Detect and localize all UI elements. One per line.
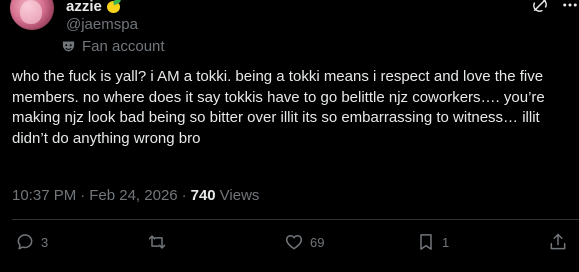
more-options-icon[interactable]: [561, 0, 579, 14]
tweet-time[interactable]: 10:37 PM: [12, 187, 76, 204]
action-bar: 3 69 1: [0, 232, 579, 256]
share-button[interactable]: [548, 232, 568, 252]
views-count: 740: [190, 187, 216, 204]
bookmark-button[interactable]: 1: [416, 232, 449, 252]
fan-mask-icon: [61, 39, 76, 54]
lemon-emoji-icon: [106, 0, 122, 14]
bookmark-count: 1: [442, 234, 450, 250]
divider: [12, 219, 579, 220]
meta-separator: ·: [80, 187, 86, 204]
like-button[interactable]: 69: [284, 232, 324, 252]
author-name-row: azzie: [66, 0, 122, 15]
retweet-icon: [146, 232, 168, 252]
reply-count: 3: [41, 234, 49, 250]
fan-account-badge: Fan account: [61, 38, 165, 55]
display-name[interactable]: azzie: [66, 0, 102, 15]
views-label: Views: [219, 187, 260, 204]
fan-account-label: Fan account: [82, 38, 165, 55]
author-handle[interactable]: @jaemspa: [66, 16, 138, 33]
bookmark-icon: [416, 232, 436, 252]
tweet-text: who the fuck is yall? i AM a tokki. bein…: [12, 68, 545, 147]
meta-separator: ·: [181, 187, 187, 204]
tweet-card: azzie @jaemspa Fan account who the fuck …: [0, 0, 579, 272]
reply-button[interactable]: 3: [15, 232, 48, 252]
post-top-controls: [531, 0, 579, 14]
tweet-date[interactable]: Feb 24, 2026: [89, 187, 177, 204]
like-count: 69: [310, 234, 325, 250]
avatar[interactable]: [10, 0, 54, 30]
tweet-meta: 10:37 PM · Feb 24, 2026 · 740 Views: [12, 187, 259, 204]
retweet-button[interactable]: [146, 232, 174, 252]
heart-icon: [284, 232, 304, 252]
reply-icon: [15, 232, 35, 252]
share-icon: [548, 232, 568, 252]
grok-icon[interactable]: [531, 0, 549, 14]
